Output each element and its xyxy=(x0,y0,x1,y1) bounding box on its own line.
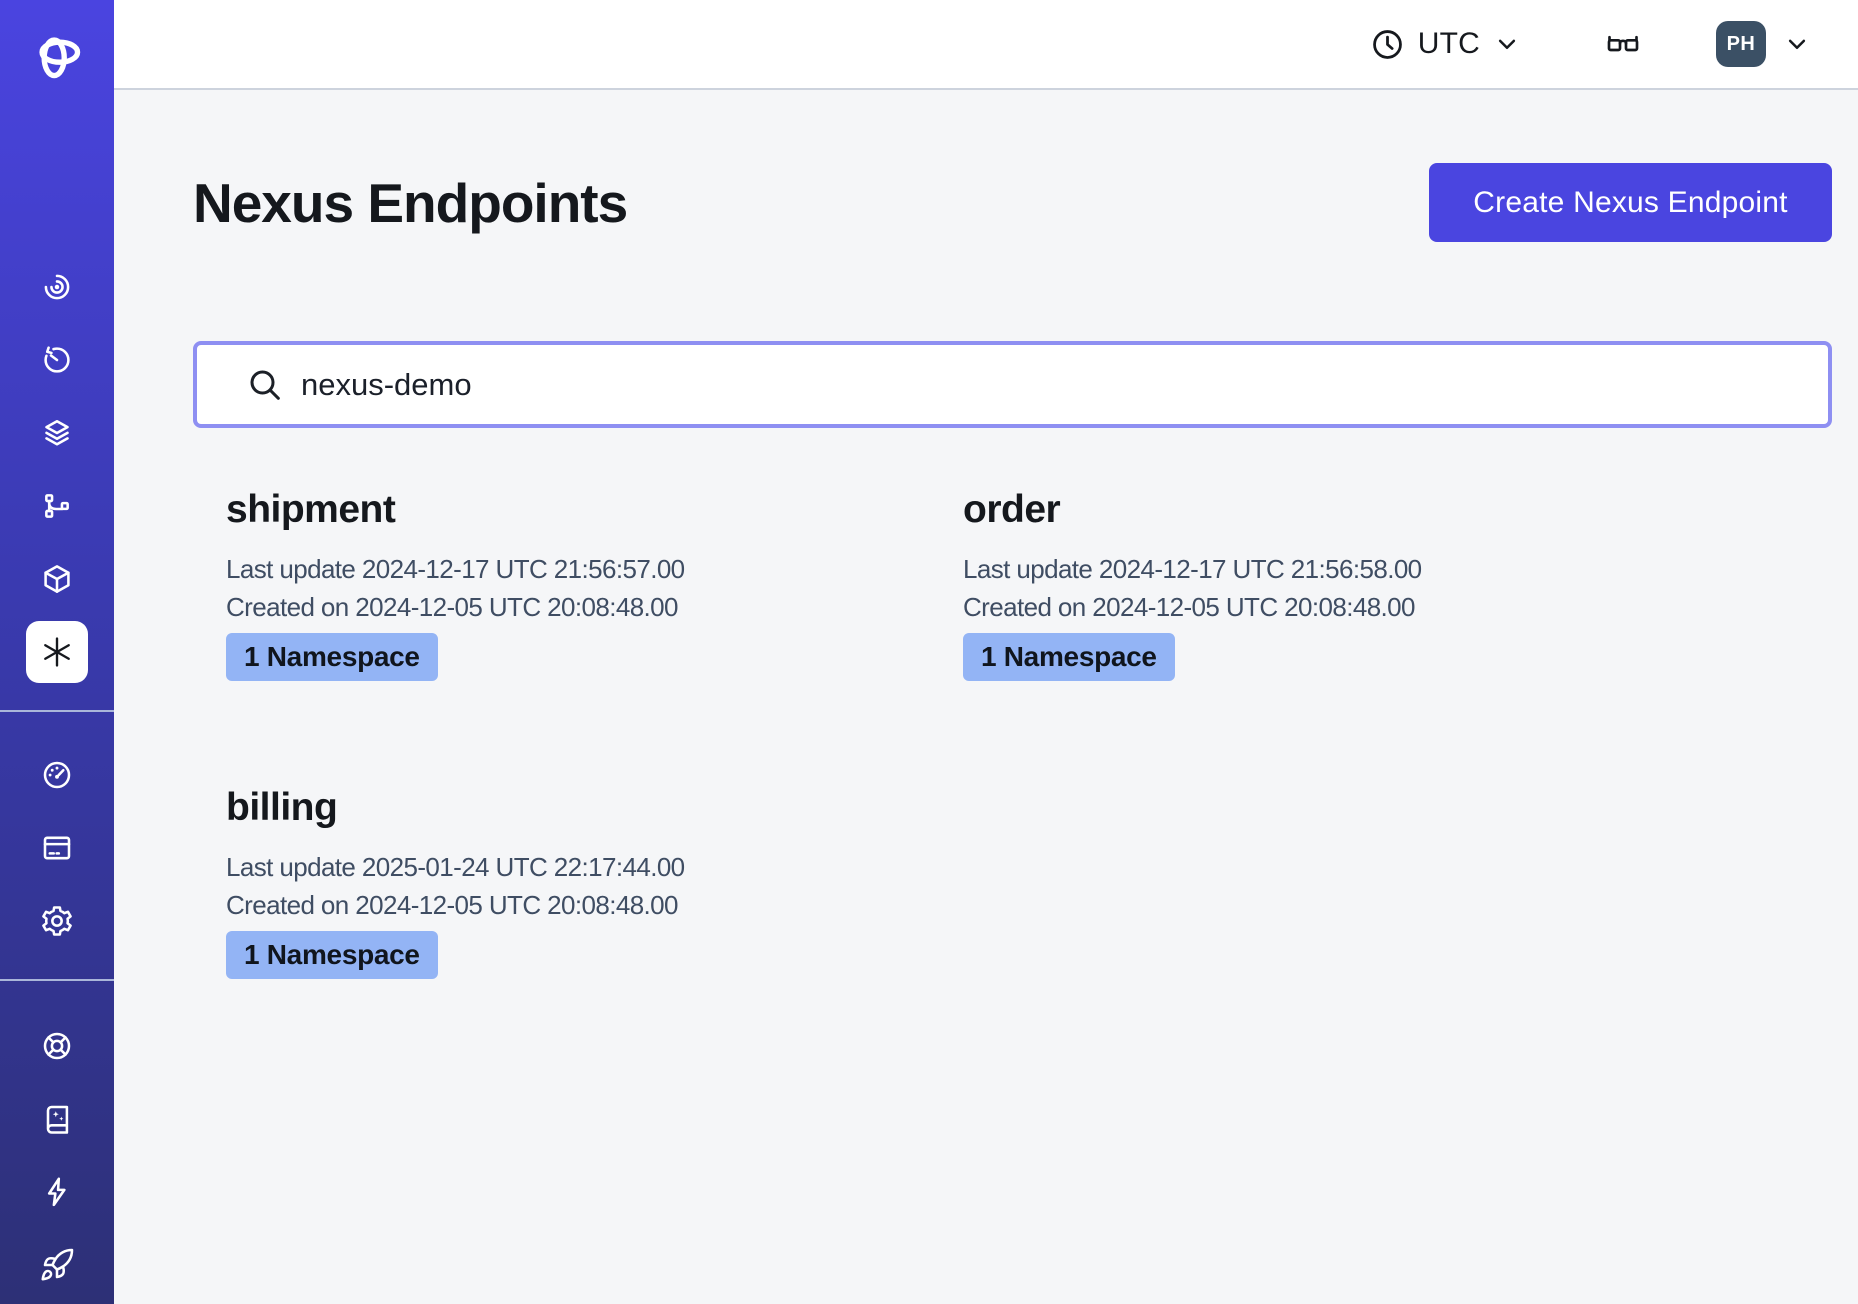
chevron-down-icon xyxy=(1492,29,1522,59)
temporal-logo-icon xyxy=(29,27,85,83)
labs-toggle-button[interactable] xyxy=(1600,24,1646,64)
timer-icon xyxy=(39,342,75,378)
endpoint-created: Created on 2024-12-05 UTC 20:08:48.00 xyxy=(226,588,900,626)
sidebar-nav-account xyxy=(0,738,114,957)
gauge-icon xyxy=(39,757,75,793)
sidebar-item-usage[interactable] xyxy=(0,738,114,811)
endpoint-name: order xyxy=(963,488,1637,532)
workflows-spiral-icon xyxy=(39,269,75,305)
namespace-badge: 1 Namespace xyxy=(226,931,438,979)
sidebar-item-schedules[interactable] xyxy=(0,323,114,396)
sidebar-divider xyxy=(0,979,114,981)
credit-card-icon xyxy=(39,830,75,866)
gear-icon xyxy=(39,903,75,939)
endpoint-created: Created on 2024-12-05 UTC 20:08:48.00 xyxy=(963,588,1637,626)
endpoint-last-update: Last update 2024-12-17 UTC 21:56:57.00 xyxy=(226,550,900,588)
nexus-asterisk-icon xyxy=(26,621,88,683)
sidebar-item-batch-operations[interactable] xyxy=(0,469,114,542)
sidebar-item-settings[interactable] xyxy=(0,884,114,957)
search-input[interactable] xyxy=(193,341,1832,428)
endpoint-last-update: Last update 2025-01-24 UTC 22:17:44.00 xyxy=(226,848,900,886)
sidebar-nav-primary xyxy=(0,250,114,688)
chevron-down-icon xyxy=(1782,29,1812,59)
sidebar-item-feedback[interactable] xyxy=(0,1155,114,1228)
book-sparkles-icon xyxy=(39,1101,75,1137)
clock-icon xyxy=(1369,26,1406,63)
sidebar-item-billing[interactable] xyxy=(0,811,114,884)
lightning-icon xyxy=(39,1174,75,1210)
namespace-badge: 1 Namespace xyxy=(226,633,438,681)
endpoint-card-order[interactable]: order Last update 2024-12-17 UTC 21:56:5… xyxy=(930,488,1667,681)
glasses-icon xyxy=(1600,24,1646,64)
branch-icon xyxy=(39,488,75,524)
page-title: Nexus Endpoints xyxy=(193,171,627,235)
page-header: Nexus Endpoints Create Nexus Endpoint xyxy=(193,163,1832,242)
home-logo-button[interactable] xyxy=(28,26,86,84)
endpoint-card-billing[interactable]: billing Last update 2025-01-24 UTC 22:17… xyxy=(193,786,930,979)
sidebar-item-workflows[interactable] xyxy=(0,250,114,323)
search-bar xyxy=(193,341,1832,428)
cube-icon xyxy=(39,561,75,597)
user-menu[interactable]: PH xyxy=(1716,21,1812,67)
timezone-label: UTC xyxy=(1418,27,1480,61)
topbar: UTC PH xyxy=(114,0,1858,90)
sidebar-item-getting-started[interactable] xyxy=(0,1228,114,1301)
timezone-selector[interactable]: UTC xyxy=(1369,26,1522,63)
endpoint-card-shipment[interactable]: shipment Last update 2024-12-17 UTC 21:5… xyxy=(193,488,930,681)
sidebar-item-namespaces[interactable] xyxy=(0,542,114,615)
sidebar-item-support[interactable] xyxy=(0,1009,114,1082)
layers-icon xyxy=(39,415,75,451)
sidebar-divider xyxy=(0,710,114,712)
sidebar xyxy=(0,0,114,1304)
avatar: PH xyxy=(1716,21,1766,67)
sidebar-item-docs[interactable] xyxy=(0,1082,114,1155)
main-content: Nexus Endpoints Create Nexus Endpoint sh… xyxy=(114,92,1858,1304)
sidebar-item-deployments[interactable] xyxy=(0,396,114,469)
create-nexus-endpoint-button[interactable]: Create Nexus Endpoint xyxy=(1429,163,1832,242)
endpoint-name: shipment xyxy=(226,488,900,532)
search-icon xyxy=(245,365,285,405)
sidebar-nav-help xyxy=(0,1009,114,1301)
endpoint-created: Created on 2024-12-05 UTC 20:08:48.00 xyxy=(226,886,900,924)
endpoint-name: billing xyxy=(226,786,900,830)
namespace-badge: 1 Namespace xyxy=(963,633,1175,681)
endpoint-list: shipment Last update 2024-12-17 UTC 21:5… xyxy=(193,488,1832,979)
endpoint-last-update: Last update 2024-12-17 UTC 21:56:58.00 xyxy=(963,550,1637,588)
rocket-icon xyxy=(39,1247,75,1283)
lifebuoy-icon xyxy=(39,1028,75,1064)
sidebar-item-nexus[interactable] xyxy=(0,615,114,688)
